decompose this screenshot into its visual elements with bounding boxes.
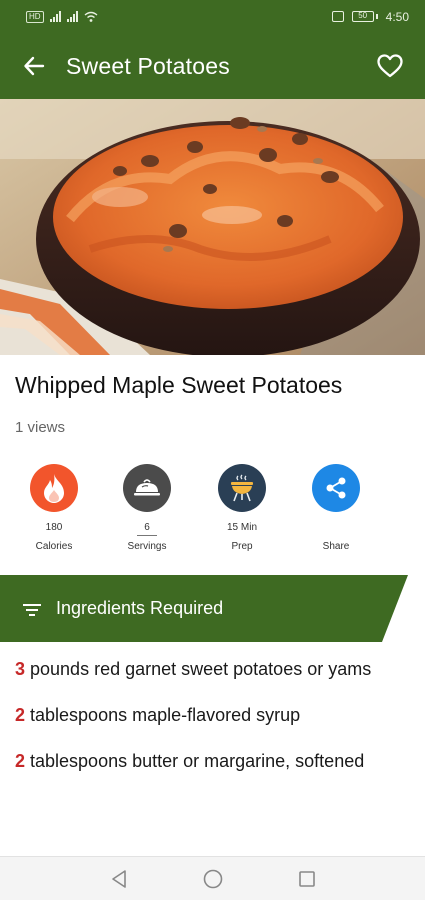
triangle-back-icon	[111, 869, 126, 888]
wifi-icon	[84, 11, 98, 22]
views-count: 1 views	[15, 419, 66, 436]
stat-calories-value: 180	[45, 522, 63, 533]
recipe-photo	[0, 99, 425, 355]
list-item: 3 pounds red garnet sweet potatoes or ya…	[15, 655, 410, 683]
serving-dish-icon	[123, 464, 171, 512]
stat-share-value	[291, 522, 381, 535]
square-recents-icon	[298, 870, 315, 887]
recipe-stats: 180 Calories 6 Servings 15 Min Prep Shar…	[0, 464, 425, 564]
sim-chip: HD	[26, 10, 44, 23]
ingredients-section-header: Ingredients Required	[0, 575, 425, 642]
nav-home-button[interactable]	[201, 867, 225, 891]
circle-home-icon	[203, 869, 222, 888]
list-item: 2 tablespoons butter or margarine, softe…	[15, 747, 410, 775]
stat-servings-label: Servings	[127, 541, 167, 552]
recipe-image	[0, 99, 425, 355]
recipe-title: Whipped Maple Sweet Potatoes	[15, 372, 343, 398]
nav-recents-button[interactable]	[295, 867, 319, 891]
filter-list-icon	[23, 603, 41, 616]
ingredient-text: tablespoons maple-flavored syrup	[25, 705, 301, 725]
ingredient-text: tablespoons butter or margarine, softene…	[25, 751, 365, 771]
vibrate-icon	[331, 11, 344, 22]
page-title: Sweet Potatoes	[66, 52, 230, 79]
app-bar: Sweet Potatoes	[0, 33, 425, 99]
battery-level: 50	[351, 11, 374, 22]
signal-icon	[49, 11, 61, 22]
heart-outline-icon	[377, 54, 403, 78]
ingredients-list: 3 pounds red garnet sweet potatoes or ya…	[15, 655, 410, 793]
status-bar: HD 50 4:50	[0, 0, 425, 33]
list-item: 2 tablespoons maple-flavored syrup	[15, 701, 410, 729]
stat-calories-label: Calories	[35, 541, 73, 552]
section-title: Ingredients Required	[56, 598, 224, 618]
status-right: 50 4:50	[331, 9, 409, 24]
stat-servings-value: 6	[102, 522, 192, 536]
stat-servings[interactable]: 6 Servings	[102, 464, 192, 552]
stat-servings-number: 6	[144, 522, 150, 533]
stat-share-label: Share	[322, 541, 350, 552]
flame-icon	[30, 464, 78, 512]
section-content: Ingredients Required	[22, 575, 223, 642]
ingredient-quantity: 2	[15, 705, 26, 725]
favorite-button[interactable]	[375, 51, 405, 81]
share-button[interactable]: Share	[291, 464, 381, 552]
battery-icon: 50	[351, 11, 378, 22]
ingredient-quantity: 3	[15, 659, 26, 679]
grill-icon	[218, 464, 266, 512]
signal-icon-2	[66, 11, 78, 22]
stat-prep-label: Prep	[231, 541, 253, 552]
share-icon	[312, 464, 360, 512]
arrow-left-icon	[24, 56, 45, 76]
status-left: HD	[26, 10, 98, 23]
back-button[interactable]	[20, 52, 48, 80]
system-nav-bar	[0, 856, 425, 900]
ingredient-text: pounds red garnet sweet potatoes or yams	[25, 659, 372, 679]
status-time: 4:50	[385, 9, 409, 24]
ingredient-quantity: 2	[15, 751, 26, 771]
nav-back-button[interactable]	[107, 867, 131, 891]
stat-prep[interactable]: 15 Min Prep	[197, 464, 287, 552]
stat-prep-value: 15 Min	[226, 522, 257, 533]
stat-calories[interactable]: 180 Calories	[9, 464, 99, 552]
